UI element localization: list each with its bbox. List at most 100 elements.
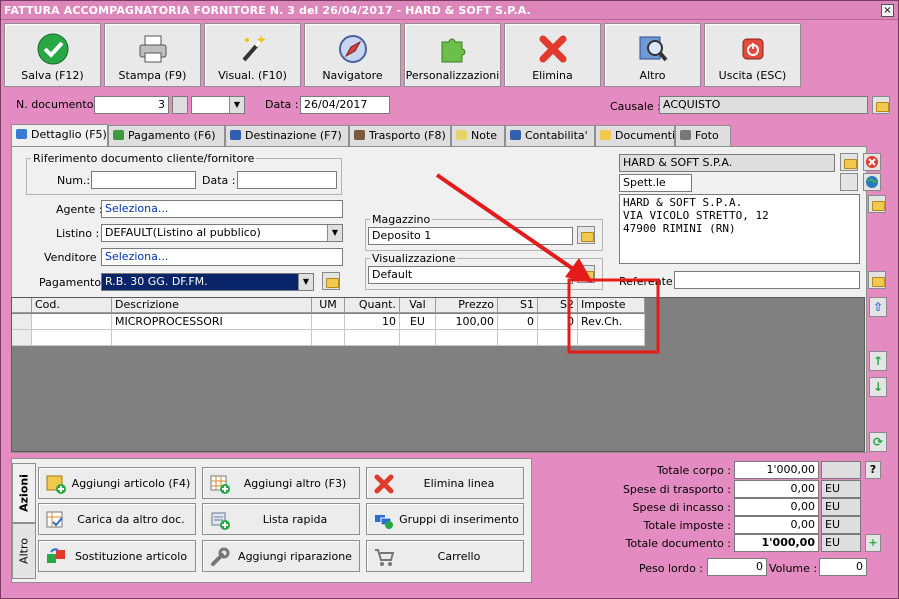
tab-destinazione[interactable]: Destinazione (F7) <box>225 125 349 146</box>
tab-documenti[interactable]: Documenti <box>595 125 675 146</box>
spese-trasporto-field[interactable]: 0,00 <box>734 480 819 498</box>
help-button[interactable]: ? <box>865 461 881 479</box>
referente-folder-icon[interactable] <box>868 271 886 289</box>
causale-field[interactable]: ACQUISTO <box>659 96 868 114</box>
col-header-um[interactable]: UM <box>312 298 345 313</box>
col-header-s1[interactable]: S1 <box>498 298 538 313</box>
other-button[interactable]: Altro <box>604 23 701 87</box>
chevron-down-icon[interactable]: ▼ <box>298 274 313 290</box>
add-repair-button[interactable]: Aggiungi riparazione <box>202 540 360 572</box>
cell-imposte[interactable]: Rev.Ch. <box>578 314 645 330</box>
fornitore-clear-icon[interactable] <box>863 153 881 171</box>
preview-button[interactable]: Visual. (F10) <box>204 23 301 87</box>
new-row-cell[interactable] <box>32 330 112 346</box>
customizations-button[interactable]: Personalizzazioni <box>404 23 501 87</box>
causale-folder-icon[interactable] <box>872 96 890 114</box>
navigator-button[interactable]: Navigatore <box>304 23 401 87</box>
col-header-quant[interactable]: Quant. <box>345 298 400 313</box>
move-up-icon[interactable]: ↑ <box>869 351 887 371</box>
new-row-cell[interactable] <box>312 330 345 346</box>
save-button[interactable]: Salva (F12) <box>4 23 101 87</box>
col-header-cod[interactable]: Cod. <box>32 298 112 313</box>
agente-field[interactable]: Seleziona... <box>101 200 343 218</box>
globe-icon[interactable] <box>863 173 881 191</box>
chevron-down-icon[interactable]: ▼ <box>327 225 342 241</box>
venditore-field[interactable]: Seleziona... <box>101 248 343 266</box>
new-row-cell[interactable] <box>538 330 578 346</box>
pagamento-folder-icon[interactable] <box>322 272 340 290</box>
lines-grid[interactable]: Cod. Descrizione UM Quant. Val Prezzo S1… <box>11 297 865 452</box>
fornitore-name-field[interactable]: HARD & SOFT S.P.A. <box>619 154 835 172</box>
move-top-icon[interactable]: ⇧ <box>869 297 887 317</box>
cart-button[interactable]: Carrello <box>366 540 524 572</box>
col-header-descrizione[interactable]: Descrizione <box>112 298 312 313</box>
insert-groups-button[interactable]: Gruppi di inserimento <box>366 503 524 535</box>
cell-descrizione[interactable]: MICROPROCESSORI <box>112 314 312 330</box>
add-other-button[interactable]: Aggiungi altro (F3) <box>202 467 360 499</box>
volume-field[interactable]: 0 <box>819 558 867 576</box>
magazzino-field[interactable]: Deposito 1 <box>368 227 573 245</box>
rif-date-field[interactable] <box>237 171 337 189</box>
load-from-doc-button[interactable]: Carica da altro doc. <box>38 503 196 535</box>
listino-combo[interactable]: DEFAULT(Listino al pubblico) ▼ <box>101 224 343 242</box>
new-row-indicator[interactable] <box>12 330 32 346</box>
replace-article-button[interactable]: Sostituzione articolo <box>38 540 196 572</box>
tab-contabilita-icon <box>510 130 521 140</box>
quick-list-button[interactable]: Lista rapida <box>202 503 360 535</box>
cell-cod[interactable] <box>32 314 112 330</box>
close-window-button[interactable]: × <box>881 4 894 17</box>
cell-s2[interactable]: 0 <box>538 314 578 330</box>
magazzino-folder-icon[interactable] <box>577 226 595 244</box>
add-article-button[interactable]: Aggiungi articolo (F4) <box>38 467 196 499</box>
plus-icon[interactable]: + <box>865 534 881 552</box>
date-field[interactable]: 26/04/2017 <box>300 96 390 114</box>
exit-button[interactable]: Uscita (ESC) <box>704 23 801 87</box>
visualizzazione-combo[interactable]: Default <box>368 266 573 284</box>
cell-s1[interactable]: 0 <box>498 314 538 330</box>
peso-lordo-field[interactable]: 0 <box>707 558 767 576</box>
col-header-s2[interactable]: S2 <box>538 298 578 313</box>
tab-altro[interactable]: Altro <box>12 523 36 579</box>
rif-num-field[interactable] <box>91 171 196 189</box>
doc-number-field[interactable]: 3 <box>94 96 169 114</box>
cell-um[interactable] <box>312 314 345 330</box>
fornitore-address-field[interactable]: HARD & SOFT S.P.A. VIA VICOLO STRETTO, 1… <box>619 194 860 264</box>
col-header-val[interactable]: Val <box>400 298 436 313</box>
contact-card-icon[interactable] <box>840 173 858 191</box>
row-indicator[interactable] <box>12 314 32 330</box>
new-row-cell[interactable] <box>498 330 538 346</box>
new-row-cell[interactable] <box>112 330 312 346</box>
cell-prezzo[interactable]: 100,00 <box>436 314 498 330</box>
new-row-cell[interactable] <box>400 330 436 346</box>
delete-line-button[interactable]: Elimina linea <box>366 467 524 499</box>
col-header-prezzo[interactable]: Prezzo <box>436 298 498 313</box>
tab-dettaglio[interactable]: Dettaglio (F5) <box>11 124 108 147</box>
col-header-imposte[interactable]: Imposte <box>578 298 645 313</box>
address-folder-icon[interactable] <box>868 195 886 213</box>
pagamento-combo[interactable]: R.B. 30 GG. DF.FM. ▼ <box>101 273 314 291</box>
tab-foto[interactable]: Foto <box>675 125 731 146</box>
tab-azioni[interactable]: Azioni <box>12 463 36 523</box>
tab-pagamento[interactable]: Pagamento (F6) <box>108 125 225 146</box>
chevron-down-icon[interactable]: ▼ <box>229 97 244 113</box>
print-button[interactable]: Stampa (F9) <box>104 23 201 87</box>
doc-series-combo[interactable]: ▼ <box>191 96 245 114</box>
fornitore-folder-icon[interactable] <box>840 153 858 171</box>
refresh-icon[interactable]: ⟳ <box>869 432 887 452</box>
visualizzazione-folder-icon[interactable] <box>577 265 595 283</box>
referente-field[interactable] <box>674 271 860 289</box>
move-down-icon[interactable]: ↓ <box>869 377 887 397</box>
cell-val[interactable]: EU <box>400 314 436 330</box>
spese-trasporto-currency: EU <box>821 480 861 498</box>
delete-button[interactable]: Elimina <box>504 23 601 87</box>
tab-note[interactable]: Note <box>451 125 505 146</box>
cell-quant[interactable]: 10 <box>345 314 400 330</box>
new-row-cell[interactable] <box>436 330 498 346</box>
spese-incasso-field[interactable]: 0,00 <box>734 498 819 516</box>
tab-contabilita[interactable]: Contabilita' <box>505 125 595 146</box>
new-row-cell[interactable] <box>578 330 645 346</box>
new-row-cell[interactable] <box>345 330 400 346</box>
tab-trasporto[interactable]: Trasporto (F8) <box>349 125 451 146</box>
salutation-field[interactable]: Spett.le <box>619 174 692 192</box>
doc-number-suffix-field[interactable] <box>172 96 188 114</box>
